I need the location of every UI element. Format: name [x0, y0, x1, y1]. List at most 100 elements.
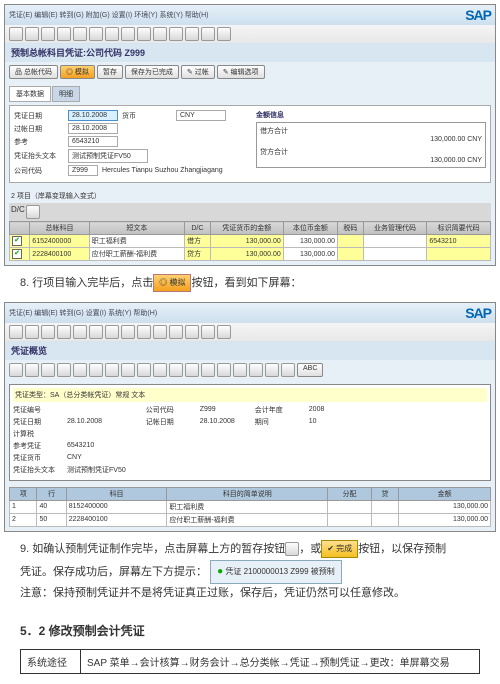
toolbar-icon[interactable]: [153, 27, 167, 41]
route-path: SAP 菜单→会计核算→财务会计→总分类帐→凭证→预制凭证→更改：单屏幕交易: [81, 649, 480, 673]
success-icon: ●: [217, 566, 223, 577]
hold-icon: [285, 542, 299, 556]
tab-strip: 基本数据 明细: [9, 86, 491, 102]
sap-logo: SAP: [465, 305, 491, 321]
post-date-field[interactable]: 28.10.2008: [68, 123, 118, 134]
menu-bar: 凭证(E) 编辑(E) 转到(G) 设置(I) 系统(Y) 帮助(H) SAP: [5, 303, 495, 323]
table-row[interactable]: ✔ 2228400100应付职工薪酬-福利费贷方130,000.00130,00…: [10, 248, 491, 261]
status-message: ● 凭证 2100000013 Z999 被预制: [210, 560, 342, 584]
label: 凭证抬头文本: [14, 151, 64, 161]
toolbar-icon[interactable]: [25, 325, 39, 339]
table-row[interactable]: 2502228400100应付职工薪酬-福利费130,000.00: [10, 513, 491, 526]
amount-title: 金额信息: [256, 110, 486, 120]
toolbar-icon[interactable]: [265, 363, 279, 377]
toolbar-icon[interactable]: [9, 363, 23, 377]
notice-label: 注意：: [20, 587, 53, 599]
toolbar-icon[interactable]: [185, 363, 199, 377]
post-button[interactable]: ✎ 过帐: [181, 65, 215, 79]
toolbar-icon[interactable]: [25, 363, 39, 377]
toolbar-icon[interactable]: [153, 363, 167, 377]
debit-total: 130,000.00: [430, 136, 465, 143]
toolbar-icon[interactable]: [105, 363, 119, 377]
abc-button[interactable]: ABC: [297, 363, 323, 377]
toolbar-icon[interactable]: [26, 205, 40, 219]
label: 公司代码: [14, 166, 64, 176]
save-complete-button[interactable]: 保存为已完成: [125, 65, 179, 79]
gl-code-button[interactable]: 品 总帐代码: [9, 65, 58, 79]
toolbar-icon[interactable]: [89, 325, 103, 339]
table-row[interactable]: ✔ 6152400000职工福利费借方130,000.00130,000.006…: [10, 235, 491, 248]
toolbar-icon[interactable]: [169, 27, 183, 41]
toolbar-icon[interactable]: [89, 27, 103, 41]
header-text-field[interactable]: 测试预制凭证FV50: [68, 149, 148, 163]
toolbar-icon[interactable]: [201, 27, 215, 41]
route-table: 系统途径 SAP 菜单→会计核算→财务会计→总分类帐→凭证→预制凭证→更改：单屏…: [20, 649, 480, 674]
toolbar-icon[interactable]: [201, 363, 215, 377]
toolbar-icon[interactable]: [105, 325, 119, 339]
toolbar-icon[interactable]: [217, 363, 231, 377]
toolbar-icon[interactable]: [121, 27, 135, 41]
toolbar-icon[interactable]: [57, 27, 71, 41]
toolbar-icon[interactable]: [137, 363, 151, 377]
instruction-9: 9. 如确认预制凭证制作完毕，点击屏幕上方的暂存按钮，或✔ 完成按钮，以保存预制…: [0, 532, 500, 612]
items-grid: 项行科目科目的简单说明分配贷金额 1408152400000职工福利费130,0…: [9, 487, 491, 527]
main-toolbar: [5, 323, 495, 341]
tab-detail[interactable]: 明细: [52, 86, 80, 102]
box-title: 凭证类型：SA（总分类帐凭证）常规 文本: [13, 388, 487, 402]
toolbar-icon[interactable]: [41, 363, 55, 377]
toolbar-icon[interactable]: [137, 325, 151, 339]
label: 凭证日期: [14, 111, 64, 121]
toolbar-icon[interactable]: [121, 325, 135, 339]
toolbar-icon[interactable]: [105, 27, 119, 41]
toolbar-icon[interactable]: [41, 27, 55, 41]
toolbar-icon[interactable]: [217, 27, 231, 41]
check-icon: ✔: [12, 249, 22, 259]
table-row[interactable]: 1408152400000职工福利费130,000.00: [10, 500, 491, 513]
line-items-grid: 2 项目（岸幕变现输入变式） D/C 总帐科目短文本D/C凭证货币的金额本位币金…: [9, 189, 491, 261]
toolbar-icon[interactable]: [185, 27, 199, 41]
toolbar-icon[interactable]: [73, 325, 87, 339]
toolbar-icon[interactable]: [153, 325, 167, 339]
toolbar-icon[interactable]: [281, 363, 295, 377]
instruction-8: 8. 行项目输入完毕后，点击◎ 模拟按钮，看到如下屏幕：: [0, 266, 500, 302]
toolbar-icon[interactable]: [169, 325, 183, 339]
toolbar-icon[interactable]: [9, 27, 23, 41]
toolbar-icon[interactable]: [185, 325, 199, 339]
toolbar-icon[interactable]: [201, 325, 215, 339]
toolbar-icon[interactable]: [249, 363, 263, 377]
main-toolbar: [5, 25, 495, 43]
tab-basic[interactable]: 基本数据: [9, 86, 51, 102]
doc-date-field[interactable]: 28.10.2008: [68, 110, 118, 121]
table-header: 项行科目科目的简单说明分配贷金额: [10, 487, 491, 500]
label: 借方合计: [260, 126, 482, 136]
hold-button[interactable]: 暂存: [97, 65, 123, 79]
toolbar-icon[interactable]: [57, 363, 71, 377]
amount-info: 金额信息 借方合计 130,000.00 CNY 贷方合计 130,000.00…: [256, 110, 486, 178]
company-code-field[interactable]: Z999: [68, 165, 98, 176]
toolbar-icon[interactable]: [233, 363, 247, 377]
section-5-2-heading: 5．2 修改预制会计凭证: [0, 612, 500, 649]
screen-title: 凭证概览: [5, 341, 495, 360]
edit-options-button[interactable]: ✎ 编辑选项: [217, 65, 265, 79]
simulate-button[interactable]: ◎ 模拟: [60, 65, 95, 79]
label: 货币: [122, 111, 172, 121]
toolbar-icon[interactable]: [121, 363, 135, 377]
toolbar-icon[interactable]: [169, 363, 183, 377]
reference-field[interactable]: 6543210: [68, 136, 118, 147]
menu-items[interactable]: 凭证(E) 编辑(E) 转到(G) 附加(G) 设置(I) 环境(Y) 系统(Y…: [9, 10, 208, 20]
grid-caption: 2 项目（岸幕变现输入变式）: [9, 189, 491, 203]
toolbar-icon[interactable]: [57, 325, 71, 339]
company-name: Hercules Tianpu Suzhou Zhangjiagang: [102, 167, 223, 174]
toolbar-icon[interactable]: [217, 325, 231, 339]
screen-title: 预制总帐科目凭证:公司代码 Z999: [5, 43, 495, 62]
toolbar-icon[interactable]: [137, 27, 151, 41]
toolbar-icon[interactable]: [9, 325, 23, 339]
sap-screen-1: 凭证(E) 编辑(E) 转到(G) 附加(G) 设置(I) 环境(Y) 系统(Y…: [4, 4, 496, 266]
toolbar-icon[interactable]: [73, 363, 87, 377]
toolbar-icon[interactable]: [89, 363, 103, 377]
toolbar-icon[interactable]: [25, 27, 39, 41]
toolbar-icon[interactable]: [41, 325, 55, 339]
menu-items[interactable]: 凭证(E) 编辑(E) 转到(G) 设置(I) 系统(Y) 帮助(H): [9, 308, 157, 318]
toolbar-icon[interactable]: [73, 27, 87, 41]
currency-field[interactable]: CNY: [176, 110, 226, 121]
